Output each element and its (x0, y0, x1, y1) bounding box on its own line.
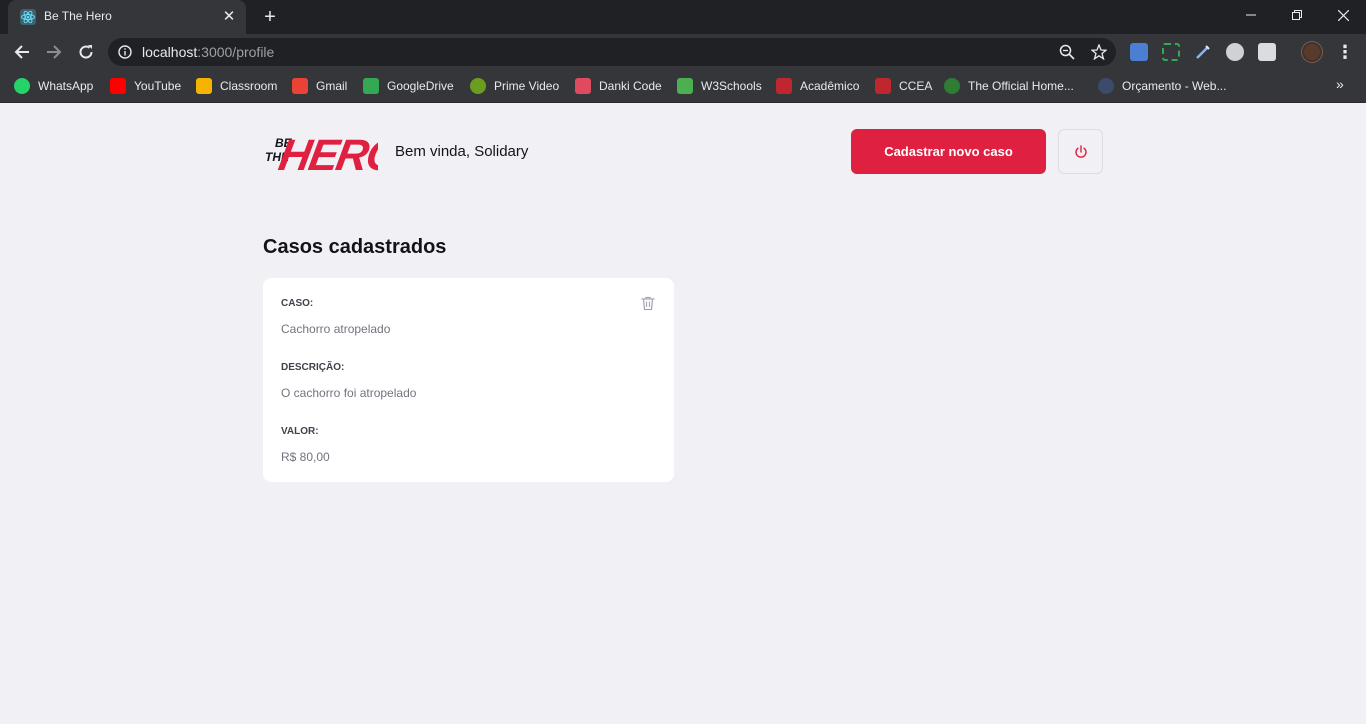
bookmark-label: CCEA (899, 79, 933, 93)
google-drive-icon (363, 78, 379, 94)
new-tab-icon[interactable]: + (259, 6, 281, 28)
value-label: VALOR: (281, 426, 319, 437)
bookmark-item[interactable]: Prime Video (470, 76, 559, 96)
bookmark-item[interactable]: Orçamento - Web... (1098, 76, 1226, 96)
bookmark-label: The Official Home... (968, 79, 1074, 93)
bookmark-item[interactable]: Danki Code (575, 76, 662, 96)
react-favicon-icon (20, 9, 36, 25)
new-case-button[interactable]: Cadastrar novo caso (851, 129, 1046, 174)
bookmark-item[interactable]: Gmail (292, 76, 347, 96)
official-home-icon (944, 78, 960, 94)
bookmark-label: Danki Code (599, 79, 662, 93)
w3schools-icon (677, 78, 693, 94)
bookmark-label: W3Schools (701, 79, 762, 93)
bookmark-item[interactable]: YouTube (110, 76, 181, 96)
browser-menu-icon[interactable]: ⋮ (1336, 42, 1354, 62)
bookmarks-overflow-icon[interactable]: » (1336, 76, 1344, 92)
url-host: localhost (142, 44, 198, 60)
close-window-icon[interactable] (1320, 0, 1366, 30)
bookmark-item[interactable]: The Official Home... (944, 76, 1074, 96)
bookmark-item[interactable]: Acadêmico (776, 76, 859, 96)
screenshot-extension-icon[interactable] (1162, 43, 1180, 61)
description-value: O cachorro foi atropelado (281, 386, 417, 400)
whatsapp-icon (14, 78, 30, 94)
gmail-icon (292, 78, 308, 94)
color-picker-icon[interactable] (1194, 43, 1212, 61)
bookmarks-bar: WhatsApp YouTube Classroom Gmail GoogleD… (0, 70, 1366, 103)
bookmark-item[interactable]: GoogleDrive (363, 76, 454, 96)
google-translate-icon[interactable] (1130, 43, 1148, 61)
power-icon (1074, 144, 1087, 158)
back-icon[interactable] (10, 40, 34, 64)
bookmark-label: Gmail (316, 79, 348, 93)
address-bar[interactable]: localhost:3000/profile (108, 38, 1116, 66)
profile-avatar[interactable] (1302, 42, 1322, 62)
bookmark-label: Orçamento - Web... (1122, 79, 1227, 93)
code-icon (575, 78, 591, 94)
case-card: CASO: Cachorro atropelado DESCRIÇÃO: O c… (263, 278, 674, 482)
be-the-hero-logo: BE THE HERO (265, 131, 378, 177)
value-amount: R$ 80,00 (281, 450, 330, 464)
description-label: DESCRIÇÃO: (281, 362, 345, 373)
extension-compass-icon[interactable] (1226, 43, 1244, 61)
site-info-icon[interactable] (118, 45, 132, 59)
browser-tab-bar: Be The Hero ✕ + (0, 0, 1366, 34)
url-text: localhost:3000/profile (142, 44, 274, 60)
trash-icon[interactable] (640, 295, 656, 311)
url-path: :3000/profile (197, 44, 275, 60)
bookmark-label: Acadêmico (800, 79, 860, 93)
ccea-icon (875, 78, 891, 94)
forward-icon[interactable] (42, 40, 66, 64)
case-value: Cachorro atropelado (281, 322, 391, 336)
reload-icon[interactable] (74, 40, 98, 64)
prime-video-icon (470, 78, 486, 94)
bookmark-item[interactable]: CCEA (875, 76, 932, 96)
page-title: Casos cadastrados (263, 236, 447, 258)
browser-tab[interactable]: Be The Hero ✕ (8, 0, 246, 34)
extension-image-icon[interactable] (1258, 43, 1276, 61)
svg-text:HERO: HERO (275, 131, 378, 177)
browser-toolbar: localhost:3000/profile ⋮ (0, 34, 1366, 70)
profile-page: BE THE HERO Bem vinda, Solidary Cadastra… (0, 103, 1366, 724)
bookmark-item[interactable]: W3Schools (677, 76, 762, 96)
zoom-icon[interactable] (1059, 44, 1075, 60)
minimize-icon[interactable] (1228, 0, 1274, 30)
restore-icon[interactable] (1274, 0, 1320, 30)
tab-close-icon[interactable]: ✕ (220, 8, 238, 26)
bookmark-label: WhatsApp (38, 79, 94, 93)
welcome-message: Bem vinda, Solidary (395, 143, 529, 160)
bookmark-label: Prime Video (494, 79, 560, 93)
youtube-icon (110, 78, 126, 94)
bookmark-label: YouTube (134, 79, 182, 93)
bookmark-star-icon[interactable] (1091, 44, 1107, 60)
academico-icon (776, 78, 792, 94)
bookmark-item[interactable]: WhatsApp (14, 76, 93, 96)
case-label: CASO: (281, 298, 314, 309)
tab-title: Be The Hero (44, 9, 112, 23)
bookmark-label: GoogleDrive (387, 79, 454, 93)
classroom-icon (196, 78, 212, 94)
logout-button[interactable] (1058, 129, 1103, 174)
bookmark-label: Classroom (220, 79, 278, 93)
orcamento-icon (1098, 78, 1114, 94)
bookmark-item[interactable]: Classroom (196, 76, 277, 96)
